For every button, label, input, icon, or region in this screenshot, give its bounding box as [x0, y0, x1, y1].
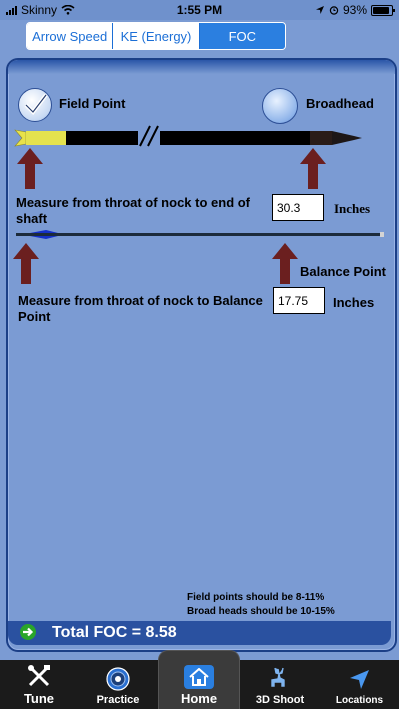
total-foc-result: Total FOC = 8.58 — [52, 624, 177, 641]
broadhead-radio[interactable] — [262, 88, 298, 124]
tab-arrow-speed[interactable]: Arrow Speed — [27, 23, 114, 49]
balance-measure-label: Measure from throat of nock to Balance P… — [18, 293, 263, 324]
alarm-icon — [329, 6, 339, 15]
tab-tune-label: Tune — [23, 691, 55, 706]
deer-icon — [267, 666, 293, 692]
shaft-end-marker-arrow — [300, 148, 326, 164]
field-point-note: Field points should be 8-11% — [187, 592, 325, 603]
tab-locations[interactable]: Locations — [320, 660, 399, 709]
target-icon — [105, 666, 131, 692]
tab-home[interactable]: Home — [158, 650, 240, 709]
home-icon — [184, 665, 214, 689]
tab-foc[interactable]: FOC — [199, 23, 285, 49]
tab-ke-energy[interactable]: KE (Energy) — [113, 23, 200, 49]
shaft-length-input[interactable]: 30.3 — [272, 194, 324, 221]
balance-units-label: Inches — [333, 295, 375, 310]
broadhead-note: Broad heads should be 10-15% — [187, 606, 335, 617]
go-arrow-icon — [20, 624, 36, 640]
location-services-icon — [315, 6, 324, 14]
balance-point-marker-arrow — [272, 243, 298, 259]
balance-nock-marker-stem — [21, 258, 31, 284]
battery-icon — [371, 4, 395, 16]
tab-practice-label: Practice — [96, 694, 140, 706]
panel-header — [8, 60, 395, 74]
balance-point-marker-stem — [280, 258, 290, 284]
location-arrow-icon — [347, 667, 373, 693]
calculator-tabs: Arrow Speed KE (Energy) FOC — [26, 22, 286, 50]
nock-marker-arrow — [17, 148, 43, 164]
shaft-units-label: Inches — [334, 201, 371, 216]
field-point-label: Field Point — [59, 96, 126, 111]
balance-point-input[interactable]: 17.75 — [273, 287, 325, 314]
status-right: 93% — [315, 3, 395, 17]
balance-arrow-diagram — [16, 230, 384, 239]
broadhead-label: Broadhead — [306, 96, 374, 111]
tab-3d-shoot-label: 3D Shoot — [255, 694, 305, 706]
status-bar: Skinny 1:55 PM 93% — [0, 0, 399, 20]
battery-percent: 93% — [342, 3, 367, 17]
tab-3d-shoot[interactable]: 3D Shoot — [240, 660, 320, 709]
balance-nock-marker-arrow — [13, 243, 39, 259]
tab-tune[interactable]: Tune — [0, 660, 78, 709]
nock-marker-stem — [25, 163, 35, 189]
tab-home-label: Home — [180, 691, 218, 706]
tab-locations-label: Locations — [335, 695, 384, 706]
checkmark-icon — [24, 93, 48, 116]
tools-icon — [26, 663, 52, 689]
shaft-end-marker-stem — [308, 163, 318, 189]
field-point-radio[interactable] — [18, 88, 52, 122]
balance-point-label: Balance Point — [300, 264, 386, 279]
shaft-measure-label: Measure from throat of nock to end of sh… — [16, 195, 251, 226]
tab-practice[interactable]: Practice — [78, 660, 158, 709]
